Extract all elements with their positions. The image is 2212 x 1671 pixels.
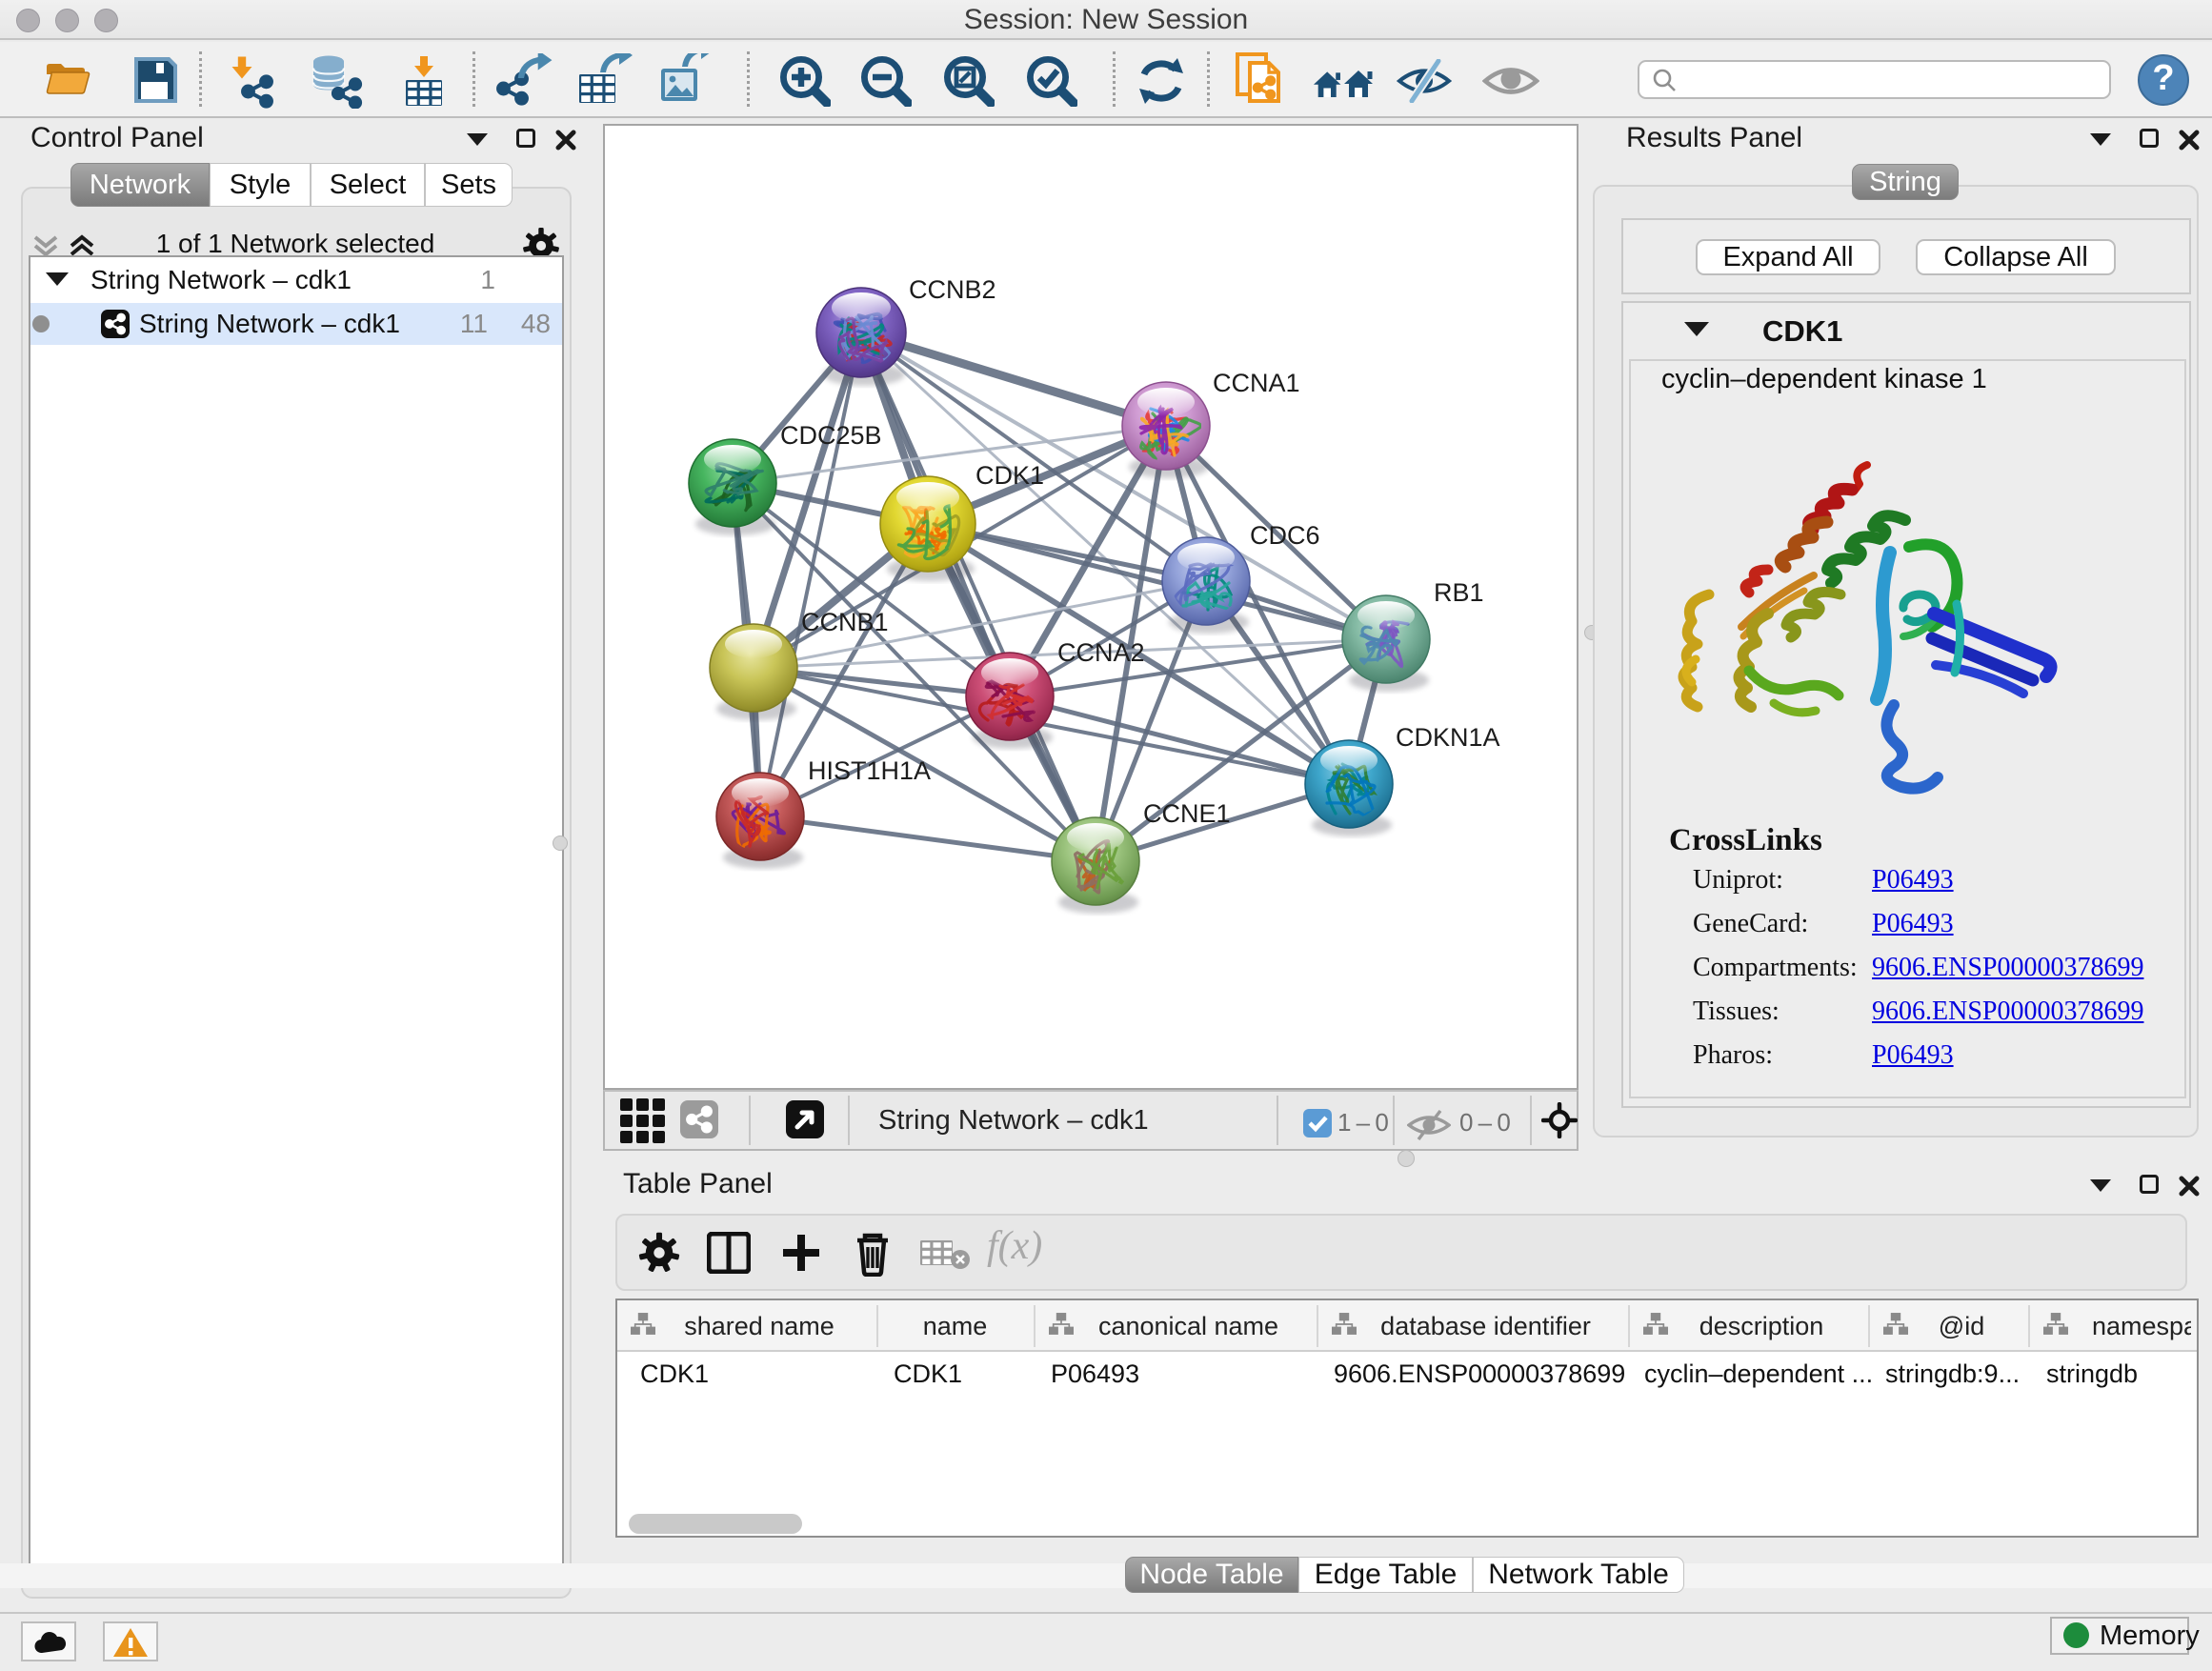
svg-text:HIST1H1A: HIST1H1A [808,756,931,785]
svg-text:CDC6: CDC6 [1250,521,1320,550]
svg-text:CCNA2: CCNA2 [1057,638,1145,667]
svg-text:RB1: RB1 [1434,578,1484,607]
svg-text:CDKN1A: CDKN1A [1396,723,1500,752]
svg-text:CCNB2: CCNB2 [909,275,996,304]
svg-text:CDK1: CDK1 [975,461,1044,490]
svg-text:CCNB1: CCNB1 [801,608,889,636]
svg-text:CCNE1: CCNE1 [1143,799,1231,828]
svg-text:CCNA1: CCNA1 [1213,369,1300,397]
svg-text:CDC25B: CDC25B [780,421,882,450]
